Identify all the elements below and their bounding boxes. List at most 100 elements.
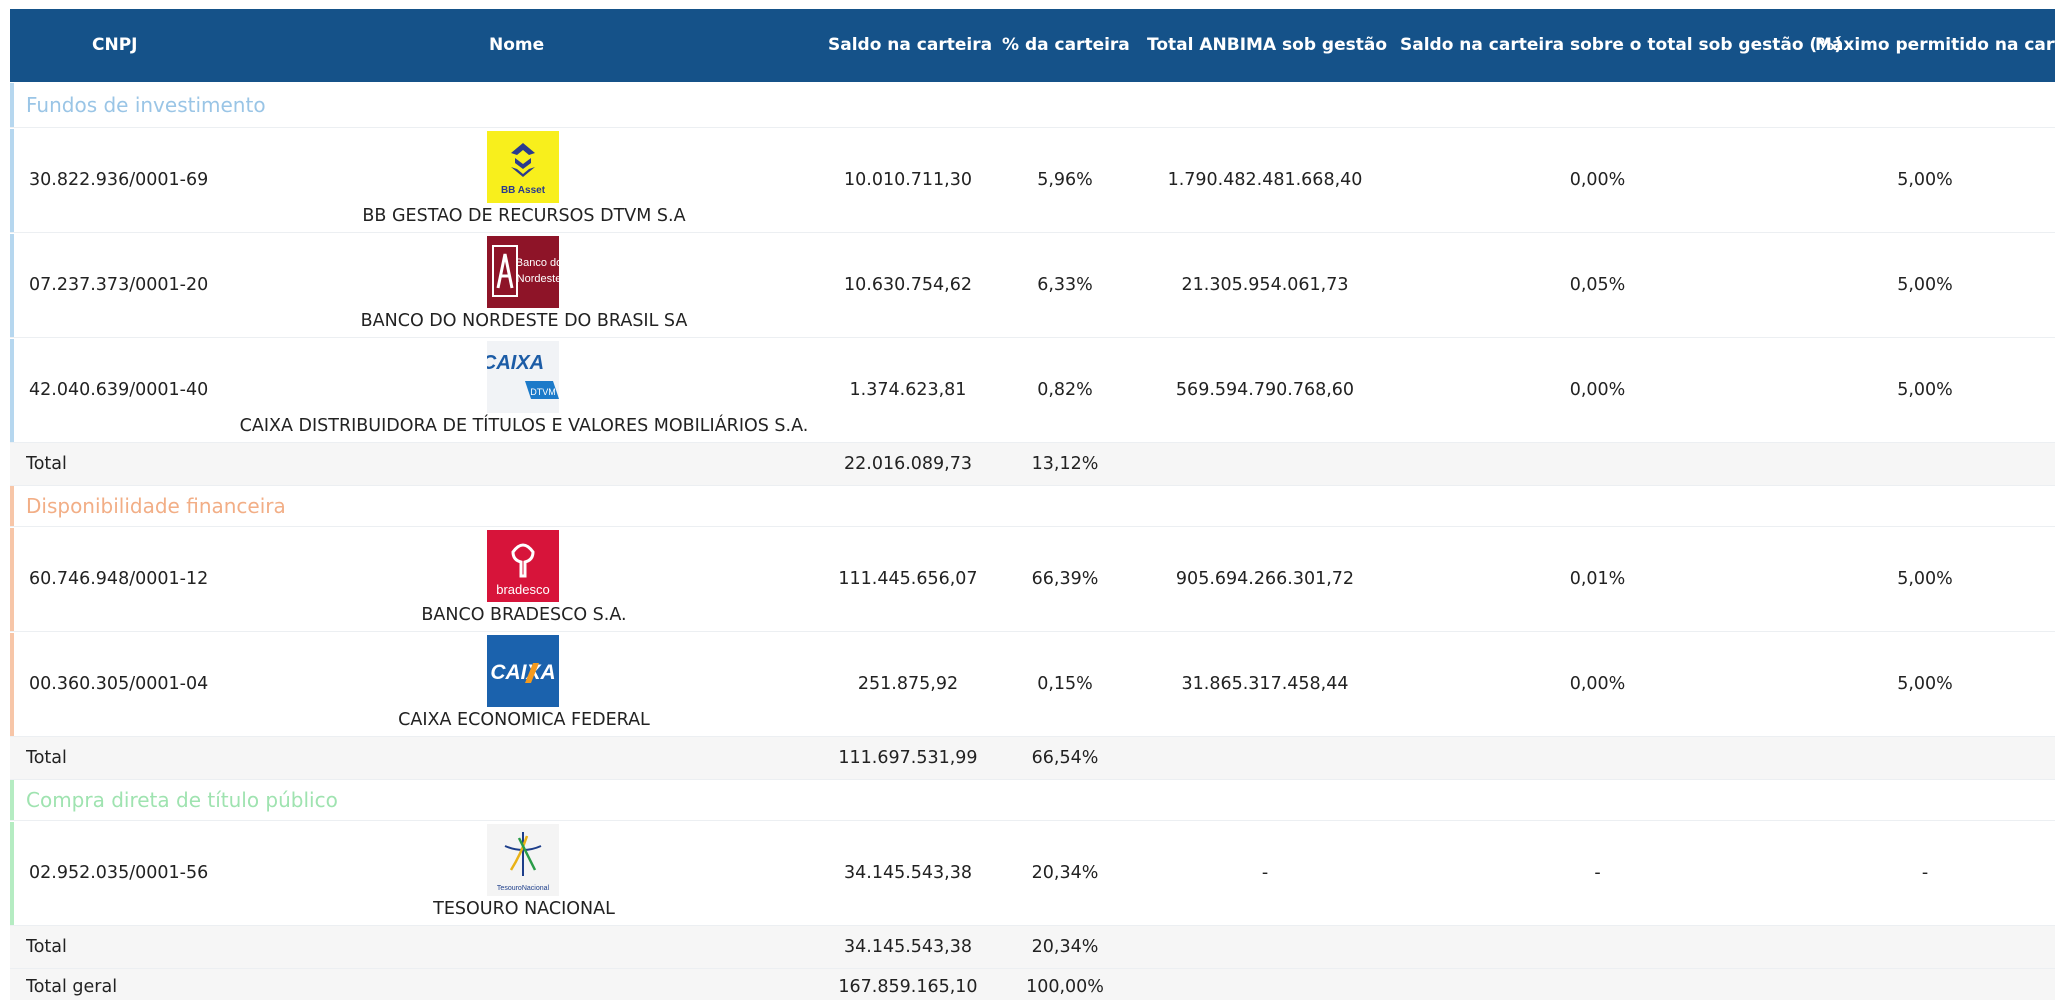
bradesco-logo: bradesco [487,530,559,602]
svg-text:Nordeste: Nordeste [517,273,559,285]
grand-total-pct: 100,00% [1026,977,1104,997]
header-nome[interactable]: Nome [489,9,544,82]
pct-cell: 66,39% [1031,569,1099,589]
pct-cell: 6,33% [1037,275,1093,295]
caixa-dtvm-logo: CAIXA DTVM [487,341,559,413]
cnpj-cell: 02.952.035/0001-56 [29,863,209,883]
category-row: Disponibilidade financeira [10,486,2055,527]
header-cnpj[interactable]: CNPJ [92,9,138,82]
category-color-bar [10,83,14,127]
total-label: Total [26,748,67,768]
saldo-sobre-cell: 0,00% [1569,380,1626,400]
total-saldo: 34.145.543,38 [843,937,973,957]
header-pct[interactable]: % da carteira [1002,9,1130,82]
total-label: Total [26,454,67,474]
nome-cell: CAIXA CAIXA ECONOMICA FEDERAL [225,633,823,736]
total-saldo: 111.697.531,99 [838,748,978,768]
company-name: CAIXA ECONOMICA FEDERAL [398,710,650,730]
saldo-sobre-cell: 0,05% [1569,275,1626,295]
category-label: Disponibilidade financeira [26,494,286,518]
cnpj-cell: 30.822.936/0001-69 [29,170,209,190]
portfolio-table: CNPJ Nome Saldo na carteira % da carteir… [0,0,2055,1000]
category-label: Fundos de investimento [26,93,266,117]
saldo-cell: 251.875,92 [857,674,959,694]
saldo-cell: 1.374.623,81 [849,380,967,400]
category-color-bar [10,234,14,337]
svg-text:CAIXA: CAIXA [487,352,544,374]
cnpj-cell: 60.746.948/0001-12 [29,569,209,589]
category-color-bar [10,528,14,631]
header-maximo[interactable]: Máximo permitido na carteira [1815,9,2055,82]
table-row[interactable]: 02.952.035/0001-56 TesouroNacional TESOU… [10,822,2055,926]
grand-total-label: Total geral [26,977,118,997]
nome-cell: BB Asset BB GESTAO DE RECURSOS DTVM S.A [225,129,823,232]
maximo-cell: 5,00% [1897,275,1953,295]
category-color-bar [10,780,14,820]
subtotal-row: Total 111.697.531,99 66,54% [10,737,2055,780]
header-saldo[interactable]: Saldo na carteira [828,9,992,82]
category-color-bar [10,129,14,232]
category-color-bar [10,633,14,736]
maximo-cell: - [1921,863,1929,883]
company-name: BANCO DO NORDESTE DO BRASIL SA [360,311,688,331]
category-row: Compra direta de título público [10,780,2055,821]
saldo-sobre-cell: 0,01% [1569,569,1626,589]
category-color-bar [10,822,14,925]
total-pct: 66,54% [1031,748,1099,768]
saldo-cell: 111.445.656,07 [838,569,978,589]
table-header: CNPJ Nome Saldo na carteira % da carteir… [10,9,2055,82]
table-row[interactable]: 00.360.305/0001-04 CAIXA CAIXA ECONOMICA… [10,633,2055,737]
svg-text:BB Asset: BB Asset [501,185,546,196]
svg-text:CAIXA: CAIXA [490,661,555,684]
tesouro-nacional-logo: TesouroNacional [487,824,559,896]
anbima-cell: 1.790.482.481.668,40 [1167,170,1363,190]
total-pct: 13,12% [1031,454,1099,474]
subtotal-row: Total 34.145.543,38 20,34% [10,926,2055,969]
pct-cell: 5,96% [1037,170,1093,190]
anbima-cell: 31.865.317.458,44 [1181,674,1349,694]
nome-cell: bradesco BANCO BRADESCO S.A. [225,528,823,631]
company-name: TESOURO NACIONAL [433,899,615,919]
category-label: Compra direta de título público [26,788,338,812]
grand-total-saldo: 167.859.165,10 [838,977,978,997]
subtotal-row: Total 22.016.089,73 13,12% [10,443,2055,486]
saldo-sobre-cell: - [1594,863,1601,883]
header-saldo-sobre[interactable]: Saldo na carteira sobre o total sob gest… [1400,9,1842,82]
category-color-bar [10,339,14,442]
cnpj-cell: 07.237.373/0001-20 [29,275,209,295]
header-anbima[interactable]: Total ANBIMA sob gestão [1147,9,1387,82]
pct-cell: 0,15% [1037,674,1093,694]
table-row[interactable]: 60.746.948/0001-12 bradesco BANCO BRADES… [10,528,2055,632]
maximo-cell: 5,00% [1897,380,1953,400]
banco-do-nordeste-logo: Banco do Nordeste [487,236,559,308]
total-pct: 20,34% [1031,937,1099,957]
category-color-bar [10,486,14,526]
company-name: BANCO BRADESCO S.A. [421,605,627,625]
maximo-cell: 5,00% [1897,674,1953,694]
total-label: Total [26,937,67,957]
nome-cell: CAIXA DTVM CAIXA DISTRIBUIDORA DE TÍTULO… [225,339,823,442]
saldo-cell: 10.630.754,62 [843,275,973,295]
cnpj-cell: 00.360.305/0001-04 [29,674,209,694]
anbima-cell: 905.694.266.301,72 [1175,569,1355,589]
pct-cell: 0,82% [1037,380,1093,400]
company-name: CAIXA DISTRIBUIDORA DE TÍTULOS E VALORES… [239,416,809,436]
pct-cell: 20,34% [1031,863,1099,883]
anbima-cell: 569.594.790.768,60 [1175,380,1355,400]
grand-total-row: Total geral 167.859.165,10 100,00% [10,969,2055,1000]
saldo-cell: 10.010.711,30 [843,170,973,190]
anbima-cell: 21.305.954.061,73 [1181,275,1349,295]
bb-asset-logo: BB Asset [487,131,559,203]
saldo-cell: 34.145.543,38 [843,863,973,883]
table-row[interactable]: 42.040.639/0001-40 CAIXA DTVM CAIXA DIST… [10,339,2055,443]
svg-text:TesouroNacional: TesouroNacional [497,885,550,892]
maximo-cell: 5,00% [1897,170,1953,190]
svg-text:Banco do: Banco do [516,257,559,269]
total-saldo: 22.016.089,73 [843,454,973,474]
svg-text:DTVM: DTVM [530,387,556,397]
nome-cell: Banco do Nordeste BANCO DO NORDESTE DO B… [225,234,823,337]
table-row[interactable]: 07.237.373/0001-20 Banco do Nordeste BAN… [10,234,2055,338]
anbima-cell: - [1261,863,1269,883]
table-row[interactable]: 30.822.936/0001-69 BB Asset BB GESTAO DE… [10,129,2055,233]
nome-cell: TesouroNacional TESOURO NACIONAL [225,822,823,925]
